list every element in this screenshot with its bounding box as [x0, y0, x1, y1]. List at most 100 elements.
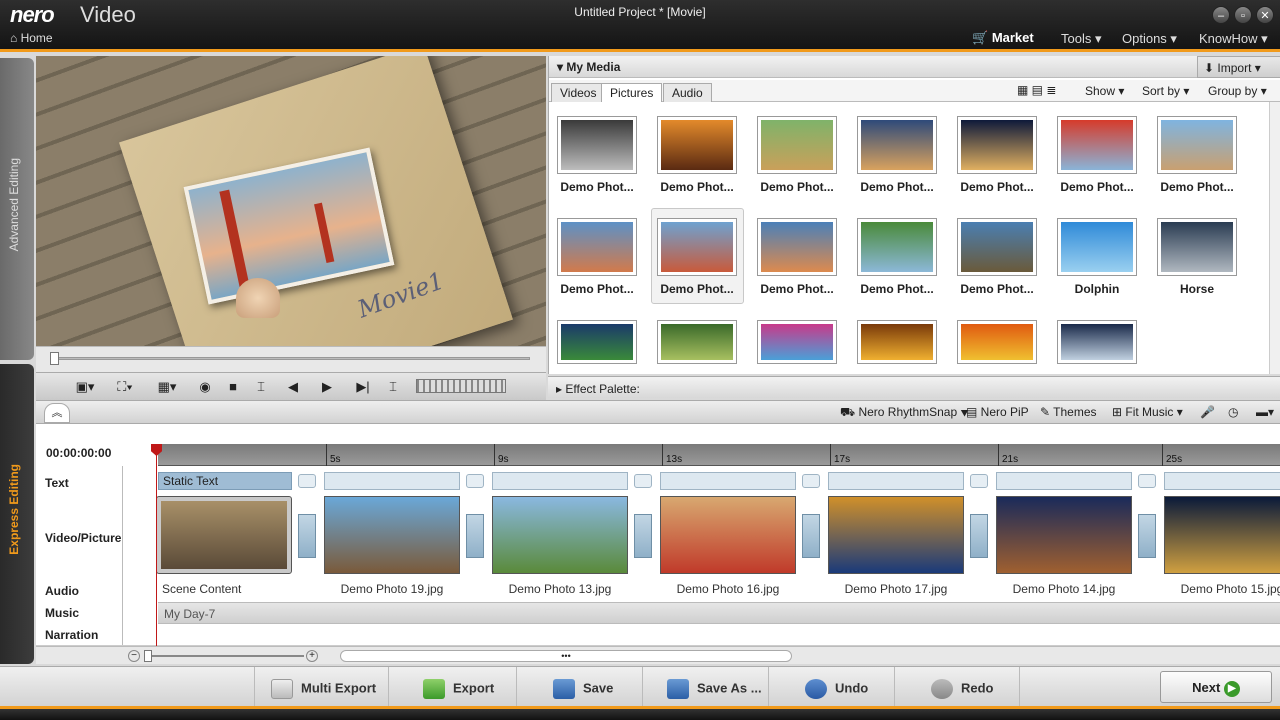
tab-pictures[interactable]: Pictures — [601, 83, 663, 102]
link-icon[interactable] — [634, 474, 652, 488]
transition-slot[interactable] — [298, 514, 316, 558]
media-thumbnail[interactable] — [1057, 320, 1137, 364]
sort-by-dropdown[interactable]: Sort by ▾ — [1142, 84, 1189, 98]
media-thumbnail[interactable] — [857, 218, 937, 276]
link-icon[interactable] — [298, 474, 316, 488]
options-menu[interactable]: Options ▾ — [1122, 31, 1177, 47]
advanced-editing-tab[interactable]: Advanced Editing — [0, 58, 34, 360]
static-text-clip[interactable]: Static Text — [158, 472, 292, 490]
fullscreen-icon[interactable]: ⛶▾ — [114, 377, 136, 397]
next-frame-icon[interactable]: ▶| — [352, 377, 374, 397]
snapshot-icon[interactable]: ◉ — [194, 377, 216, 397]
redo-button[interactable]: Redo — [894, 667, 1020, 707]
media-scrollbar[interactable] — [1269, 102, 1280, 374]
link-icon[interactable] — [970, 474, 988, 488]
text-clip-slot[interactable] — [1164, 472, 1280, 490]
text-clip-slot[interactable] — [492, 472, 628, 490]
media-thumbnail[interactable] — [957, 116, 1037, 174]
media-thumbnail[interactable] — [957, 320, 1037, 364]
transition-slot[interactable] — [802, 514, 820, 558]
zoom-handle[interactable] — [144, 650, 152, 662]
tab-videos[interactable]: Videos — [551, 83, 606, 102]
zoom-out-icon[interactable]: − — [128, 650, 140, 662]
text-clip-slot[interactable] — [324, 472, 460, 490]
video-clip[interactable] — [660, 496, 796, 574]
aspect-icon[interactable]: ▦▾ — [156, 377, 178, 397]
video-clip[interactable] — [492, 496, 628, 574]
link-icon[interactable] — [466, 474, 484, 488]
undo-button[interactable]: Undo — [768, 667, 894, 707]
media-thumbnail[interactable] — [1157, 218, 1237, 276]
link-icon[interactable] — [802, 474, 820, 488]
playhead[interactable] — [156, 444, 157, 646]
transition-slot[interactable] — [466, 514, 484, 558]
jog-wheel[interactable] — [416, 379, 506, 393]
narration-track[interactable] — [36, 624, 1280, 646]
video-clip[interactable] — [324, 496, 460, 574]
media-thumbnail[interactable] — [757, 218, 837, 276]
mark-in-icon[interactable]: ⌶ — [250, 377, 272, 397]
text-clip-slot[interactable] — [660, 472, 796, 490]
media-thumbnail[interactable] — [857, 116, 937, 174]
home-link[interactable]: ⌂ Home — [10, 31, 53, 45]
market-menu[interactable]: 🛒 Market — [972, 30, 1034, 46]
next-button[interactable]: Next ▶ — [1160, 671, 1272, 703]
timer-icon[interactable]: ◷ — [1228, 405, 1238, 421]
stop-icon[interactable]: ■ — [222, 377, 244, 397]
media-thumbnail[interactable] — [557, 320, 637, 364]
video-clip[interactable] — [156, 496, 292, 574]
media-thumbnail[interactable] — [657, 320, 737, 364]
show-dropdown[interactable]: Show ▾ — [1085, 84, 1124, 98]
media-thumbnail[interactable] — [1057, 218, 1137, 276]
media-thumbnail[interactable] — [1157, 116, 1237, 174]
view-mode-icon[interactable]: ▦ ▤ ≣ — [1017, 83, 1056, 97]
restore-button[interactable]: ▫ — [1234, 6, 1252, 24]
zoom-slider[interactable] — [144, 655, 304, 657]
multi-export-button[interactable]: Multi Export — [254, 667, 388, 707]
collapse-timeline-button[interactable]: ︽ — [44, 403, 70, 423]
media-thumbnail[interactable] — [657, 116, 737, 174]
seek-handle[interactable] — [50, 352, 59, 365]
seek-bar[interactable] — [36, 346, 546, 372]
video-clip[interactable] — [996, 496, 1132, 574]
microphone-icon[interactable]: 🎤 — [1200, 405, 1215, 421]
media-thumbnail[interactable] — [957, 218, 1037, 276]
import-button[interactable]: ⬇ Import ▾ — [1197, 56, 1280, 78]
media-thumbnail[interactable] — [557, 218, 637, 276]
more-options-icon[interactable]: ▬▾ — [1256, 405, 1274, 421]
media-thumbnail[interactable] — [757, 116, 837, 174]
play-icon[interactable]: ▶ — [316, 377, 338, 397]
transition-slot[interactable] — [1138, 514, 1156, 558]
group-by-dropdown[interactable]: Group by ▾ — [1208, 84, 1267, 98]
transition-slot[interactable] — [634, 514, 652, 558]
video-clip[interactable] — [828, 496, 964, 574]
save-as-button[interactable]: Save As ... — [642, 667, 768, 707]
display-mode-icon[interactable]: ▣▾ — [74, 377, 96, 397]
nero-rhythmsnap-button[interactable]: ⛟ Nero RhythmSnap ▾ — [840, 405, 969, 421]
media-thumbnail[interactable] — [657, 218, 737, 276]
text-clip-slot[interactable] — [996, 472, 1132, 490]
minimize-button[interactable]: – — [1212, 6, 1230, 24]
transition-slot[interactable] — [970, 514, 988, 558]
mark-out-icon[interactable]: ⌶ — [382, 377, 404, 397]
export-button[interactable]: Export — [388, 667, 516, 707]
time-ruler[interactable]: 5s 9s 13s 17s 21s 25s — [158, 444, 1280, 466]
nero-pip-button[interactable]: ▤ Nero PiP — [966, 405, 1029, 421]
my-media-header[interactable]: ▾ My Media — [549, 56, 1197, 78]
media-thumbnail[interactable] — [557, 116, 637, 174]
fit-music-button[interactable]: ⊞ Fit Music ▾ — [1112, 405, 1183, 421]
save-button[interactable]: Save — [516, 667, 642, 707]
horizontal-scrollbar[interactable]: ••• — [340, 650, 792, 662]
close-button[interactable]: ✕ — [1256, 6, 1274, 24]
tools-menu[interactable]: Tools ▾ — [1061, 31, 1102, 47]
media-thumbnail[interactable] — [1057, 116, 1137, 174]
text-clip-slot[interactable] — [828, 472, 964, 490]
themes-button[interactable]: ✎ Themes — [1040, 405, 1097, 421]
knowhow-menu[interactable]: KnowHow ▾ — [1199, 31, 1268, 47]
media-thumbnail[interactable] — [757, 320, 837, 364]
media-thumbnail[interactable] — [857, 320, 937, 364]
zoom-in-icon[interactable]: + — [306, 650, 318, 662]
video-clip[interactable] — [1164, 496, 1280, 574]
prev-frame-icon[interactable]: ◀ — [282, 377, 304, 397]
link-icon[interactable] — [1138, 474, 1156, 488]
